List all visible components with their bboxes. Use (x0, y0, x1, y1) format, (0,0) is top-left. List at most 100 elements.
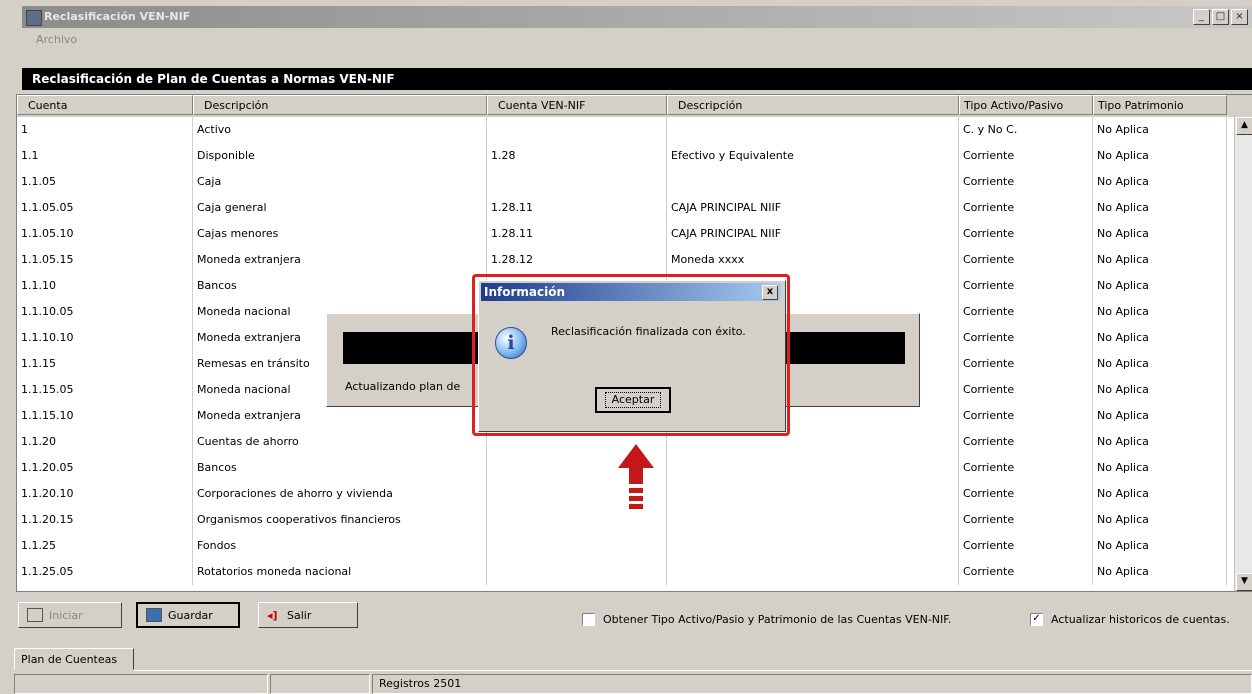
cell-descripcion-vennif[interactable]: Moneda xxxx (667, 247, 959, 273)
maximize-button[interactable]: □ (1212, 9, 1229, 25)
cell-descripcion-vennif[interactable] (667, 481, 959, 507)
cell-tipo-patrimonio[interactable]: No Aplica (1093, 299, 1227, 325)
cell-tipo-patrimonio[interactable]: No Aplica (1093, 143, 1227, 169)
cell-cuenta[interactable]: 1.1.25 (17, 533, 193, 559)
cell-descripcion[interactable]: Rotatorios moneda nacional (193, 559, 487, 585)
iniciar-button[interactable]: Iniciar (18, 602, 122, 628)
cell-cuenta[interactable]: 1.1 (17, 143, 193, 169)
cell-descripcion-vennif[interactable] (667, 455, 959, 481)
cell-descripcion[interactable]: Caja general (193, 195, 487, 221)
cell-cuenta-vennif[interactable]: 1.28.11 (487, 195, 667, 221)
cell-descripcion[interactable]: Caja (193, 169, 487, 195)
cell-descripcion-vennif[interactable]: CAJA PRINCIPAL NIIF (667, 221, 959, 247)
cell-cuenta-vennif[interactable] (487, 169, 667, 195)
cell-tipo-patrimonio[interactable]: No Aplica (1093, 533, 1227, 559)
cell-tipo-activo-pasivo[interactable]: Corriente (959, 247, 1093, 273)
col-header-cuenta-vennif[interactable]: Cuenta VEN-NIF (487, 95, 667, 115)
dialog-close-icon[interactable]: x (762, 285, 778, 300)
actualizar-checkbox-box[interactable]: ✓ (1030, 613, 1043, 626)
cell-tipo-patrimonio[interactable]: No Aplica (1093, 169, 1227, 195)
cell-cuenta[interactable]: 1.1.05.15 (17, 247, 193, 273)
cell-cuenta[interactable]: 1.1.10.05 (17, 299, 193, 325)
cell-descripcion[interactable]: Activo (193, 117, 487, 143)
cell-cuenta-vennif[interactable] (487, 533, 667, 559)
tab-plan-de-cuentas[interactable]: Plan de Cuenteas (14, 648, 134, 670)
menu-archivo[interactable]: Archivo (36, 33, 77, 46)
guardar-button[interactable]: Guardar (136, 602, 240, 628)
cell-cuenta[interactable]: 1.1.20.15 (17, 507, 193, 533)
cell-cuenta[interactable]: 1.1.20.10 (17, 481, 193, 507)
cell-tipo-activo-pasivo[interactable]: Corriente (959, 299, 1093, 325)
cell-tipo-patrimonio[interactable]: No Aplica (1093, 455, 1227, 481)
cell-descripcion[interactable]: Bancos (193, 455, 487, 481)
cell-descripcion[interactable]: Cajas menores (193, 221, 487, 247)
cell-tipo-patrimonio[interactable]: No Aplica (1093, 481, 1227, 507)
cell-descripcion-vennif[interactable] (667, 507, 959, 533)
vertical-scrollbar[interactable]: ▲ ▼ (1234, 117, 1252, 591)
cell-tipo-activo-pasivo[interactable]: Corriente (959, 143, 1093, 169)
cell-cuenta[interactable]: 1.1.15.05 (17, 377, 193, 403)
cell-tipo-activo-pasivo[interactable]: Corriente (959, 481, 1093, 507)
col-header-tipo-patrimonio[interactable]: Tipo Patrimonio (1093, 95, 1227, 115)
col-header-cuenta[interactable]: Cuenta (17, 95, 193, 115)
scroll-down-icon[interactable]: ▼ (1236, 573, 1252, 591)
cell-descripcion[interactable]: Organismos cooperativos financieros (193, 507, 487, 533)
table-row[interactable]: 1.1.05 Caja Corriente No Aplica (17, 169, 1227, 195)
cell-tipo-activo-pasivo[interactable]: Corriente (959, 169, 1093, 195)
salir-button[interactable]: ◂] Salir (258, 602, 358, 628)
cell-descripcion-vennif[interactable]: Efectivo y Equivalente (667, 143, 959, 169)
cell-tipo-patrimonio[interactable]: No Aplica (1093, 247, 1227, 273)
cell-tipo-patrimonio[interactable]: No Aplica (1093, 377, 1227, 403)
cell-tipo-patrimonio[interactable]: No Aplica (1093, 117, 1227, 143)
cell-tipo-patrimonio[interactable]: No Aplica (1093, 221, 1227, 247)
cell-cuenta[interactable]: 1.1.05 (17, 169, 193, 195)
cell-cuenta-vennif[interactable] (487, 559, 667, 585)
cell-tipo-activo-pasivo[interactable]: Corriente (959, 507, 1093, 533)
cell-descripcion[interactable]: Corporaciones de ahorro y vivienda (193, 481, 487, 507)
cell-tipo-activo-pasivo[interactable]: Corriente (959, 533, 1093, 559)
table-row[interactable]: 1.1.05.05 Caja general 1.28.11 CAJA PRINCIP… (17, 195, 1227, 221)
actualizar-checkbox[interactable]: ✓ Actualizar historicos de cuentas. (1030, 613, 1230, 626)
cell-tipo-activo-pasivo[interactable]: Corriente (959, 559, 1093, 585)
cell-cuenta[interactable]: 1.1.25.05 (17, 559, 193, 585)
cell-cuenta-vennif[interactable]: 1.28.11 (487, 221, 667, 247)
cell-tipo-patrimonio[interactable]: No Aplica (1093, 195, 1227, 221)
obtener-checkbox[interactable]: Obtener Tipo Activo/Pasio y Patrimonio d… (582, 613, 951, 626)
scroll-up-icon[interactable]: ▲ (1236, 117, 1252, 135)
aceptar-button[interactable]: Aceptar (595, 387, 671, 413)
cell-descripcion[interactable]: Moneda extranjera (193, 247, 487, 273)
col-header-tipo-activo-pasivo[interactable]: Tipo Activo/Pasivo (959, 95, 1093, 115)
cell-descripcion-vennif[interactable]: CAJA PRINCIPAL NIIF (667, 195, 959, 221)
cell-tipo-activo-pasivo[interactable]: Corriente (959, 377, 1093, 403)
cell-tipo-patrimonio[interactable]: No Aplica (1093, 273, 1227, 299)
cell-cuenta[interactable]: 1.1.10.10 (17, 325, 193, 351)
cell-cuenta-vennif[interactable] (487, 117, 667, 143)
cell-tipo-patrimonio[interactable]: No Aplica (1093, 429, 1227, 455)
cell-cuenta-vennif[interactable]: 1.28.12 (487, 247, 667, 273)
cell-descripcion-vennif[interactable] (667, 533, 959, 559)
close-window-button[interactable]: × (1231, 9, 1248, 25)
cell-tipo-activo-pasivo[interactable]: Corriente (959, 221, 1093, 247)
cell-cuenta[interactable]: 1.1.15.10 (17, 403, 193, 429)
table-row[interactable]: 1.1.05.15 Moneda extranjera 1.28.12 Moneda … (17, 247, 1227, 273)
minimize-button[interactable]: _ (1193, 9, 1210, 25)
cell-cuenta[interactable]: 1.1.20.05 (17, 455, 193, 481)
cell-descripcion-vennif[interactable] (667, 169, 959, 195)
cell-tipo-patrimonio[interactable]: No Aplica (1093, 559, 1227, 585)
col-header-descripcion-vennif[interactable]: Descripción (667, 95, 959, 115)
cell-descripcion[interactable]: Cuentas de ahorro (193, 429, 487, 455)
cell-descripcion[interactable]: Disponible (193, 143, 487, 169)
table-row[interactable]: 1.1.25.05 Rotatorios moneda nacional Corri… (17, 559, 1227, 585)
cell-tipo-patrimonio[interactable]: No Aplica (1093, 403, 1227, 429)
cell-descripcion-vennif[interactable] (667, 117, 959, 143)
col-header-descripcion[interactable]: Descripción (193, 95, 487, 115)
table-row[interactable]: 1.1 Disponible 1.28 Efectivo y Equivalente C… (17, 143, 1227, 169)
cell-tipo-activo-pasivo[interactable]: Corriente (959, 351, 1093, 377)
cell-tipo-patrimonio[interactable]: No Aplica (1093, 351, 1227, 377)
cell-tipo-activo-pasivo[interactable]: Corriente (959, 195, 1093, 221)
table-row[interactable]: 1.1.05.10 Cajas menores 1.28.11 CAJA PRINCI… (17, 221, 1227, 247)
cell-tipo-activo-pasivo[interactable]: C. y No C. (959, 117, 1093, 143)
cell-cuenta[interactable]: 1.1.10 (17, 273, 193, 299)
table-row[interactable]: 1 Activo C. y No C. No Aplica (17, 117, 1227, 143)
cell-cuenta[interactable]: 1 (17, 117, 193, 143)
